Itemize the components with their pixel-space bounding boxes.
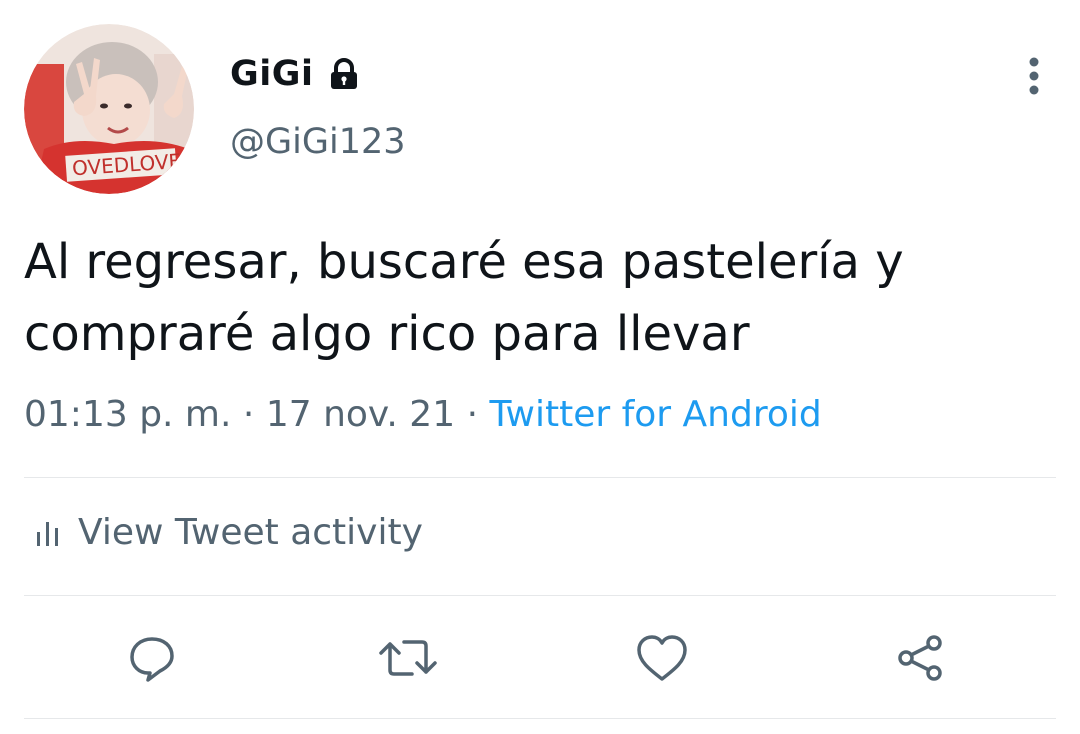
view-tweet-activity-label: View Tweet activity	[78, 512, 423, 553]
retweet-button[interactable]	[378, 628, 438, 688]
reply-button[interactable]	[122, 628, 182, 688]
tweet-text: Al regresar, buscaré esa pastelería y co…	[24, 226, 1054, 370]
share-icon	[898, 635, 942, 681]
profile-photo: OVEDLOVE	[24, 24, 194, 194]
retweet-icon	[379, 640, 437, 676]
meta-separator: ·	[242, 394, 255, 435]
divider	[24, 477, 1056, 478]
view-tweet-activity-button[interactable]: View Tweet activity	[36, 512, 423, 553]
tweet-source-link[interactable]: Twitter for Android	[489, 394, 821, 435]
tweet-date: 17 nov. 21	[265, 394, 456, 435]
tweet-text-line: compraré algo rico para llevar	[24, 306, 750, 362]
lock-icon	[327, 57, 361, 91]
divider	[24, 595, 1056, 596]
divider	[24, 718, 1056, 719]
display-name[interactable]: GiGi	[230, 54, 313, 94]
bar-chart-icon	[37, 521, 58, 546]
share-button[interactable]	[890, 628, 950, 688]
user-handle[interactable]: @GiGi123	[230, 122, 406, 162]
display-name-row: GiGi	[230, 54, 361, 94]
heart-icon	[637, 635, 687, 681]
tweet-time: 01:13 p. m.	[24, 394, 232, 435]
reply-icon	[130, 637, 174, 682]
tweet-meta: 01:13 p. m. · 17 nov. 21 · Twitter for A…	[24, 394, 822, 435]
tweet-text-line: Al regresar, buscaré esa pastelería y	[24, 234, 904, 290]
like-button[interactable]	[632, 628, 692, 688]
avatar[interactable]: OVEDLOVE	[24, 24, 194, 194]
tweet-action-bar	[0, 622, 1080, 692]
more-vertical-icon	[1029, 57, 1039, 95]
more-options-button[interactable]	[1010, 54, 1058, 98]
meta-separator: ·	[466, 394, 479, 435]
